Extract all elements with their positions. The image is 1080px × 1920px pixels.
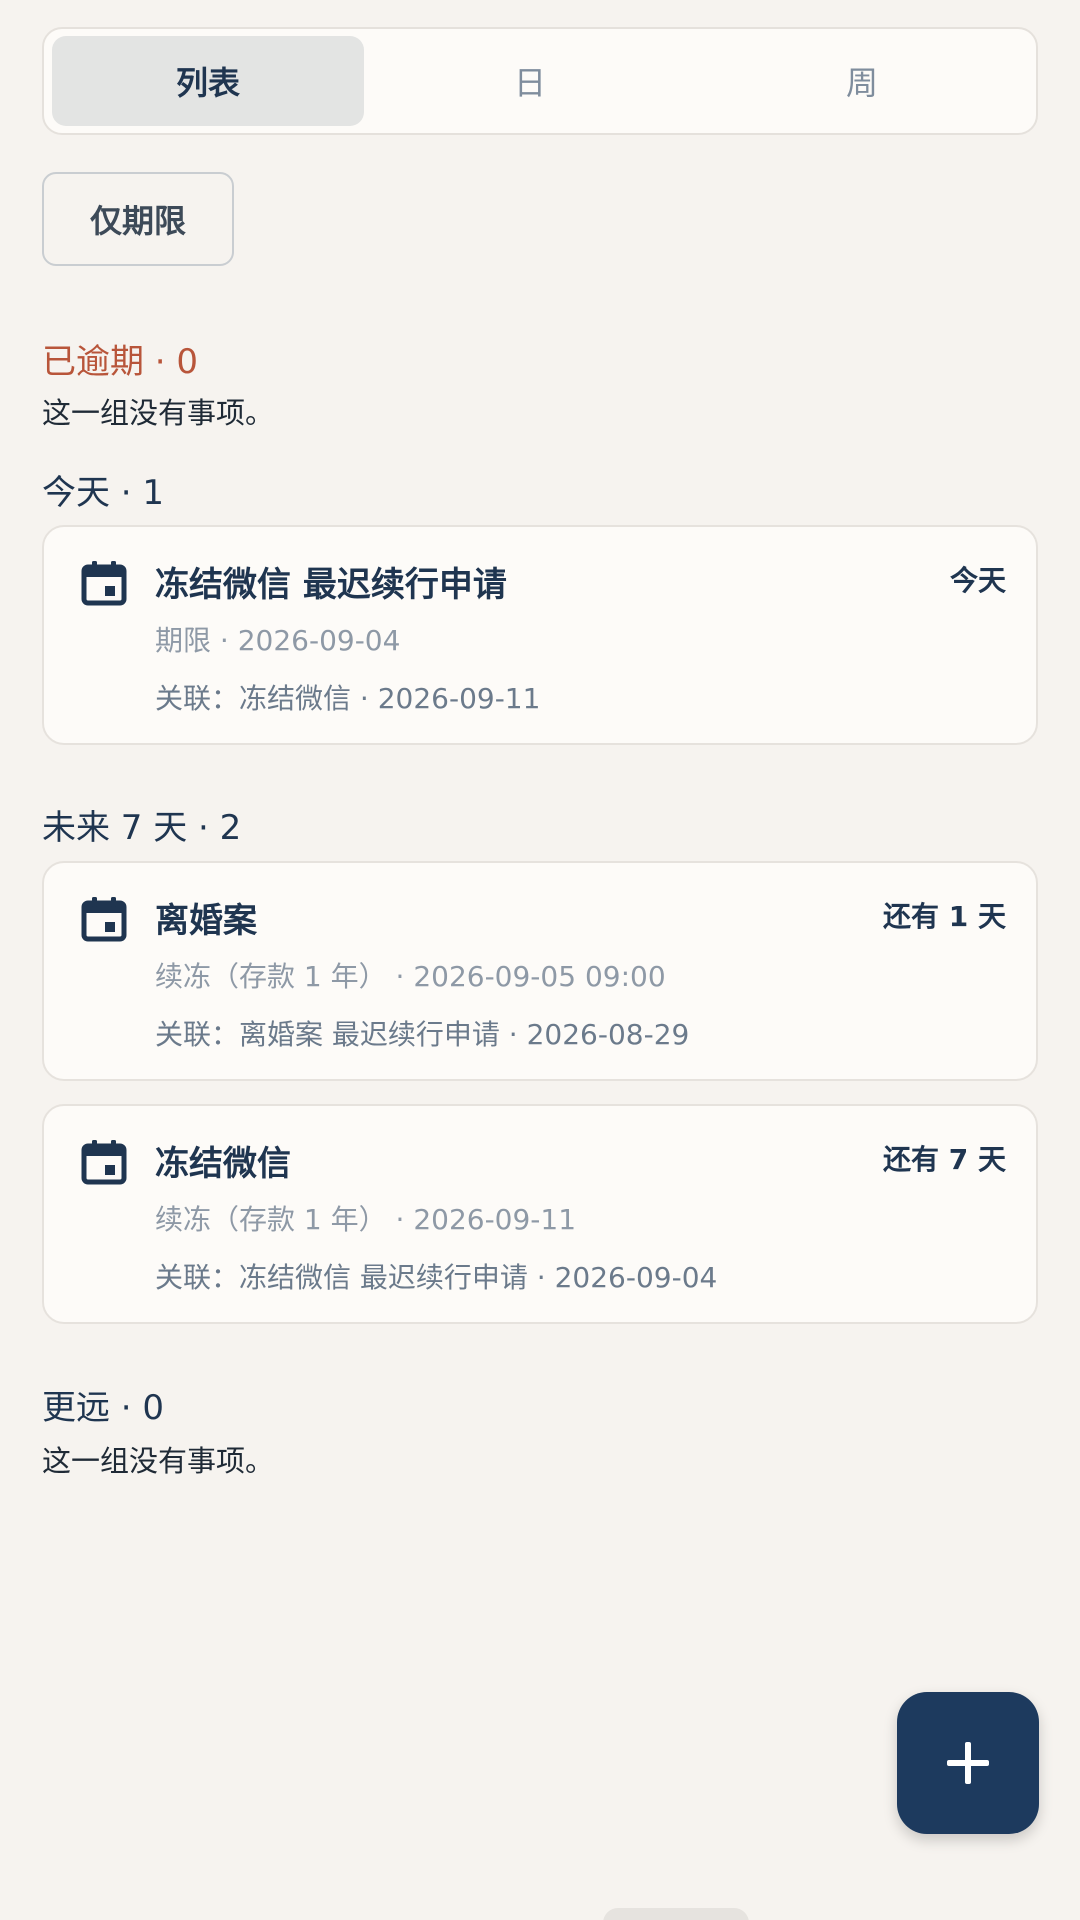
group-header-today: 今天 · 1: [42, 473, 165, 513]
calendar-icon: [81, 897, 127, 942]
task-card[interactable]: 离婚案 还有 1 天 续冻（存款 1 年） · 2026-09-05 09:00…: [42, 861, 1038, 1081]
task-related: 关联：冻结微信 最迟续行申请 · 2026-09-04: [155, 1261, 718, 1294]
task-deadline: 续冻（存款 1 年） · 2026-09-11: [155, 1203, 577, 1236]
task-deadline: 续冻（存款 1 年） · 2026-09-05 09:00: [155, 960, 666, 993]
task-deadline: 期限 · 2026-09-04: [155, 624, 401, 657]
tab-list[interactable]: 列表: [52, 36, 364, 126]
task-related: 关联：冻结微信 · 2026-09-11: [155, 682, 541, 715]
group-empty-note-later: 这一组没有事项。: [42, 1444, 275, 1478]
tab-day[interactable]: 日: [364, 36, 696, 126]
tab-week[interactable]: 周: [696, 36, 1028, 126]
due-badge: 今天: [949, 564, 1006, 597]
plus-icon: [947, 1742, 989, 1784]
deadline-only-filter-chip[interactable]: 仅期限: [42, 172, 234, 266]
group-empty-note-overdue: 这一组没有事项。: [42, 396, 275, 430]
calendar-icon: [81, 1140, 127, 1185]
calendar-icon: [81, 561, 127, 606]
page: 列表 日 周 仅期限 已逾期 · 0 这一组没有事项。 今天 · 1 冻结微信 …: [0, 0, 1080, 1920]
task-title: 离婚案: [155, 901, 257, 941]
group-header-later: 更远 · 0: [42, 1388, 165, 1428]
task-card[interactable]: 冻结微信 最迟续行申请 今天 期限 · 2026-09-04 关联：冻结微信 ·…: [42, 525, 1038, 745]
due-badge: 还有 1 天: [883, 900, 1006, 933]
group-header-next-7-days: 未来 7 天 · 2: [42, 808, 242, 848]
add-button[interactable]: [897, 1692, 1039, 1834]
due-badge: 还有 7 天: [883, 1143, 1006, 1176]
group-header-overdue: 已逾期 · 0: [42, 342, 199, 382]
task-related: 关联：离婚案 最迟续行申请 · 2026-08-29: [155, 1018, 690, 1051]
home-indicator[interactable]: [603, 1908, 749, 1920]
task-title: 冻结微信: [155, 1144, 291, 1184]
task-card[interactable]: 冻结微信 还有 7 天 续冻（存款 1 年） · 2026-09-11 关联：冻…: [42, 1104, 1038, 1324]
task-title: 冻结微信 最迟续行申请: [155, 565, 507, 605]
view-switcher: 列表 日 周: [42, 27, 1038, 135]
